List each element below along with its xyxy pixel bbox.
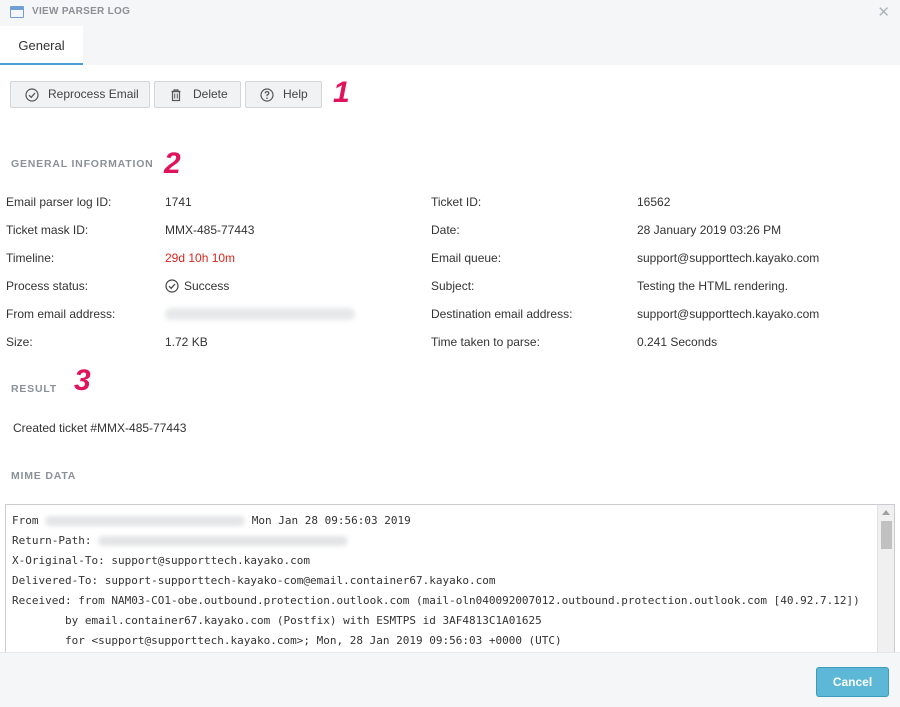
redacted-return-path: [98, 536, 349, 546]
annotation-number-1: 1: [333, 76, 350, 109]
mime-line: From Mon Jan 28 09:56:03 2019: [12, 514, 860, 534]
mime-line-date: Mon Jan 28 09:56:03 2019: [245, 514, 411, 527]
mime-data-heading: MIME DATA: [11, 470, 77, 482]
from-email-value: [165, 308, 355, 323]
subject-label: Subject:: [431, 279, 475, 293]
annotation-number-3: 3: [74, 364, 91, 397]
parser-log-id-label: Email parser log ID:: [6, 195, 112, 209]
from-email-label: From email address:: [6, 307, 116, 321]
reprocess-email-label: Reprocess Email: [48, 87, 139, 101]
parse-time-value: 0.241 Seconds: [637, 335, 718, 349]
help-button[interactable]: Help: [245, 81, 322, 108]
timeline-value: 29d 10h 10m: [165, 251, 236, 265]
help-icon: [260, 88, 274, 102]
timeline-label: Timeline:: [6, 251, 55, 265]
destination-email-value: support@supporttech.kayako.com: [637, 307, 820, 321]
mime-line: Received: from NAM03-CO1-obe.outbound.pr…: [12, 594, 860, 607]
size-label: Size:: [6, 335, 33, 349]
redacted-email: [165, 308, 355, 320]
process-status-value: Success: [165, 279, 229, 293]
parser-log-id-value: 1741: [165, 195, 192, 209]
process-status-text: Success: [184, 279, 230, 293]
dialog-footer: Cancel: [0, 652, 900, 707]
result-heading: RESULT: [11, 383, 58, 395]
email-queue-value: support@supporttech.kayako.com: [637, 251, 820, 265]
process-status-label: Process status:: [6, 279, 89, 293]
cancel-button[interactable]: Cancel: [816, 667, 889, 697]
subject-value: Testing the HTML rendering.: [637, 279, 788, 293]
check-circle-icon: [25, 88, 39, 102]
title-bar: VIEW PARSER LOG ✕: [0, 0, 900, 26]
ticket-id-label: Ticket ID:: [431, 195, 482, 209]
redacted-sender: [45, 516, 246, 526]
help-label: Help: [283, 87, 308, 101]
window-icon: [10, 6, 24, 18]
date-value: 28 January 2019 03:26 PM: [637, 223, 782, 237]
scroll-up-arrow-icon[interactable]: [882, 510, 890, 515]
tab-bar: General: [0, 26, 900, 65]
mime-scrollbar[interactable]: [877, 505, 894, 663]
scroll-thumb[interactable]: [881, 521, 892, 549]
size-value: 1.72 KB: [165, 335, 208, 349]
destination-email-label: Destination email address:: [431, 307, 573, 321]
email-queue-label: Email queue:: [431, 251, 502, 265]
parse-time-label: Time taken to parse:: [431, 335, 540, 349]
mime-line: Delivered-To: support-supporttech-kayako…: [12, 574, 496, 587]
mime-line-text: Return-Path:: [12, 534, 99, 547]
mime-data-textarea[interactable]: From Mon Jan 28 09:56:03 2019 Return-Pat…: [5, 504, 895, 664]
annotation-number-2: 2: [164, 147, 181, 180]
mime-line: Return-Path:: [12, 534, 860, 554]
success-check-icon: [165, 279, 179, 293]
delete-label: Delete: [193, 87, 228, 101]
close-icon[interactable]: ✕: [877, 3, 890, 21]
trash-icon: [171, 89, 181, 102]
mime-line: for <support@supporttech.kayako.com>; Mo…: [12, 634, 562, 647]
general-information-heading: GENERAL INFORMATION: [11, 158, 154, 170]
mime-line-text: From: [12, 514, 46, 527]
ticket-mask-id-label: Ticket mask ID:: [6, 223, 89, 237]
mime-line: by email.container67.kayako.com (Postfix…: [12, 614, 542, 627]
mime-line: X-Original-To: support@supporttech.kayak…: [12, 554, 311, 567]
tab-general[interactable]: General: [0, 26, 83, 65]
date-label: Date:: [431, 223, 460, 237]
ticket-id-value: 16562: [637, 195, 671, 209]
ticket-mask-id-value: MMX-485-77443: [165, 223, 255, 237]
mime-content: From Mon Jan 28 09:56:03 2019 Return-Pat…: [12, 514, 860, 654]
delete-button[interactable]: Delete: [154, 81, 241, 108]
reprocess-email-button[interactable]: Reprocess Email: [10, 81, 150, 108]
window-title: VIEW PARSER LOG: [32, 6, 131, 17]
result-text: Created ticket #MMX-485-77443: [13, 421, 187, 435]
